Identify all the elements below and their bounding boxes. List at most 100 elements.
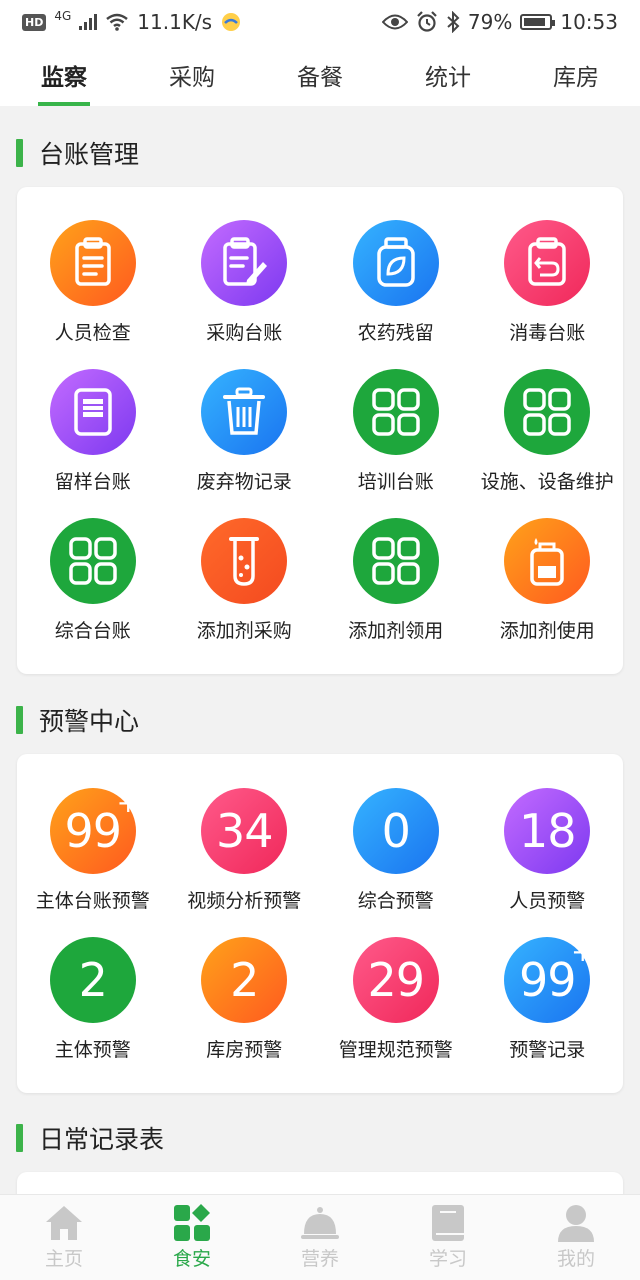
tab-label: 采购 (169, 65, 215, 91)
ledger-item-label: 废弃物记录 (196, 471, 292, 493)
nav-food-safety[interactable]: 食安 (128, 1195, 256, 1280)
ledger-item-general[interactable]: 综合台账 (17, 518, 169, 643)
bluetooth-icon (447, 11, 460, 33)
warning-item-entity-ledger[interactable]: 99 + 主体台账预警 (17, 786, 169, 913)
section-title-text: 预警中心 (39, 707, 140, 736)
warning-item-label: 视频分析预警 (187, 890, 302, 912)
tab-supervision[interactable]: 监察 (0, 44, 128, 106)
grid-icon (49, 518, 136, 604)
ledger-item-additive-purchase[interactable]: 添加剂采购 (169, 518, 321, 643)
nav-nutrition[interactable]: 营养 (256, 1195, 384, 1280)
ledger-item-label: 人员检查 (54, 322, 131, 344)
ledger-item-purchase[interactable]: 采购台账 (169, 220, 321, 345)
grid-icon (352, 518, 439, 604)
warning-count: 2 (230, 953, 259, 1007)
ledger-section-title: 台账管理 (16, 137, 139, 169)
warning-count: 99 (64, 804, 122, 858)
section-accent-bar (16, 706, 23, 734)
battery-percent: 79% (467, 10, 513, 34)
section-title-text: 台账管理 (39, 140, 140, 169)
user-icon (558, 1205, 594, 1242)
ledger-item-waste[interactable]: 废弃物记录 (169, 369, 321, 494)
warning-count-badge: 18 (504, 788, 591, 874)
sample-box-icon (49, 369, 136, 455)
ledger-item-label: 综合台账 (54, 620, 131, 642)
nav-home[interactable]: 主页 (0, 1195, 128, 1280)
warning-item-entity[interactable]: 2 主体预警 (17, 937, 169, 1062)
warning-item-general[interactable]: 0 综合预警 (320, 788, 472, 913)
ledger-item-label: 添加剂使用 (499, 620, 595, 642)
battery-icon (520, 14, 556, 30)
section-accent-bar (16, 139, 23, 167)
warning-card: 99 + 主体台账预警 34 视频分析预警 0 综合预警 18 人员预警 2 主… (17, 754, 623, 1093)
warning-count-badge: 34 (201, 788, 288, 874)
warning-count-badge: 29 (352, 937, 439, 1023)
test-tube-icon (201, 518, 288, 604)
tab-warehouse[interactable]: 库房 (512, 44, 640, 106)
warning-count: 29 (367, 953, 425, 1007)
warning-count-badge: 99 + (504, 935, 595, 1023)
ledger-item-disinfection[interactable]: 消毒台账 (472, 220, 624, 345)
return-clipboard-icon (504, 220, 591, 306)
warning-item-management[interactable]: 29 管理规范预警 (320, 937, 472, 1062)
wifi-icon (106, 13, 129, 31)
warning-item-label: 主体台账预警 (35, 890, 150, 912)
tab-meal-prep[interactable]: 备餐 (256, 44, 384, 106)
nav-learning[interactable]: 学习 (384, 1195, 512, 1280)
ledger-item-staff-check[interactable]: 人员检查 (17, 220, 169, 345)
ledger-item-maintenance[interactable]: 设施、设备维护 (472, 369, 624, 494)
nav-label: 食安 (172, 1248, 211, 1270)
ledger-item-training[interactable]: 培训台账 (320, 369, 472, 494)
ledger-item-additive-use[interactable]: 添加剂使用 (472, 518, 624, 643)
nav-label: 学习 (428, 1248, 467, 1270)
warning-item-video-analysis[interactable]: 34 视频分析预警 (169, 788, 321, 913)
warning-item-records[interactable]: 99 + 预警记录 (472, 935, 624, 1062)
nav-me[interactable]: 我的 (512, 1195, 640, 1280)
ledger-item-label: 采购台账 (206, 322, 283, 344)
tab-label: 监察 (41, 65, 87, 91)
app-notification-icon (222, 13, 241, 31)
ledger-item-label: 添加剂领用 (348, 620, 444, 642)
grid-icon (504, 369, 591, 455)
ledger-item-label: 留样台账 (54, 471, 131, 493)
ledger-item-label: 设施、设备维护 (480, 471, 614, 493)
warning-count-badge: 0 (352, 788, 439, 874)
dish-cover-icon (301, 1207, 339, 1239)
home-icon (46, 1206, 82, 1240)
clipboard-icon (49, 220, 136, 306)
warning-item-staff[interactable]: 18 人员预警 (472, 788, 624, 913)
warning-item-label: 预警记录 (509, 1039, 586, 1061)
nav-label: 营养 (300, 1248, 339, 1270)
trash-icon (201, 369, 288, 455)
nav-label: 我的 (556, 1248, 595, 1270)
section-accent-bar (16, 1124, 23, 1152)
signal-icon (79, 14, 98, 30)
section-title-text: 日常记录表 (39, 1125, 165, 1154)
tab-statistics[interactable]: 统计 (384, 44, 512, 106)
network-speed: 11.1K/s (137, 10, 213, 34)
eye-icon (381, 14, 408, 30)
grid-icon (352, 369, 439, 455)
warning-item-label: 综合预警 (357, 890, 434, 912)
ledger-item-pesticide[interactable]: 农药残留 (320, 220, 472, 345)
warning-item-label: 人员预警 (509, 890, 586, 912)
warning-count-badge: 99 + (49, 786, 140, 874)
warning-count-badge: 2 (49, 937, 136, 1023)
tab-label: 库房 (553, 65, 599, 91)
edit-clipboard-icon (201, 220, 288, 306)
warning-item-warehouse[interactable]: 2 库房预警 (169, 937, 321, 1062)
ledger-item-label: 农药残留 (357, 322, 434, 344)
alarm-icon (417, 11, 437, 32)
warning-count: 18 (518, 804, 577, 858)
warning-count: 2 (78, 953, 108, 1007)
network-type: 4G (54, 9, 72, 23)
ledger-item-sample[interactable]: 留样台账 (17, 369, 169, 494)
tab-label: 统计 (425, 65, 471, 91)
tab-purchase[interactable]: 采购 (128, 44, 256, 106)
jar-leaf-icon (352, 220, 439, 306)
warning-count-plus: + (571, 935, 594, 968)
food-safety-icon (174, 1204, 210, 1241)
ledger-item-additive-receive[interactable]: 添加剂领用 (320, 518, 472, 643)
ledger-item-label: 消毒台账 (509, 322, 586, 344)
ledger-item-label: 培训台账 (357, 471, 434, 493)
